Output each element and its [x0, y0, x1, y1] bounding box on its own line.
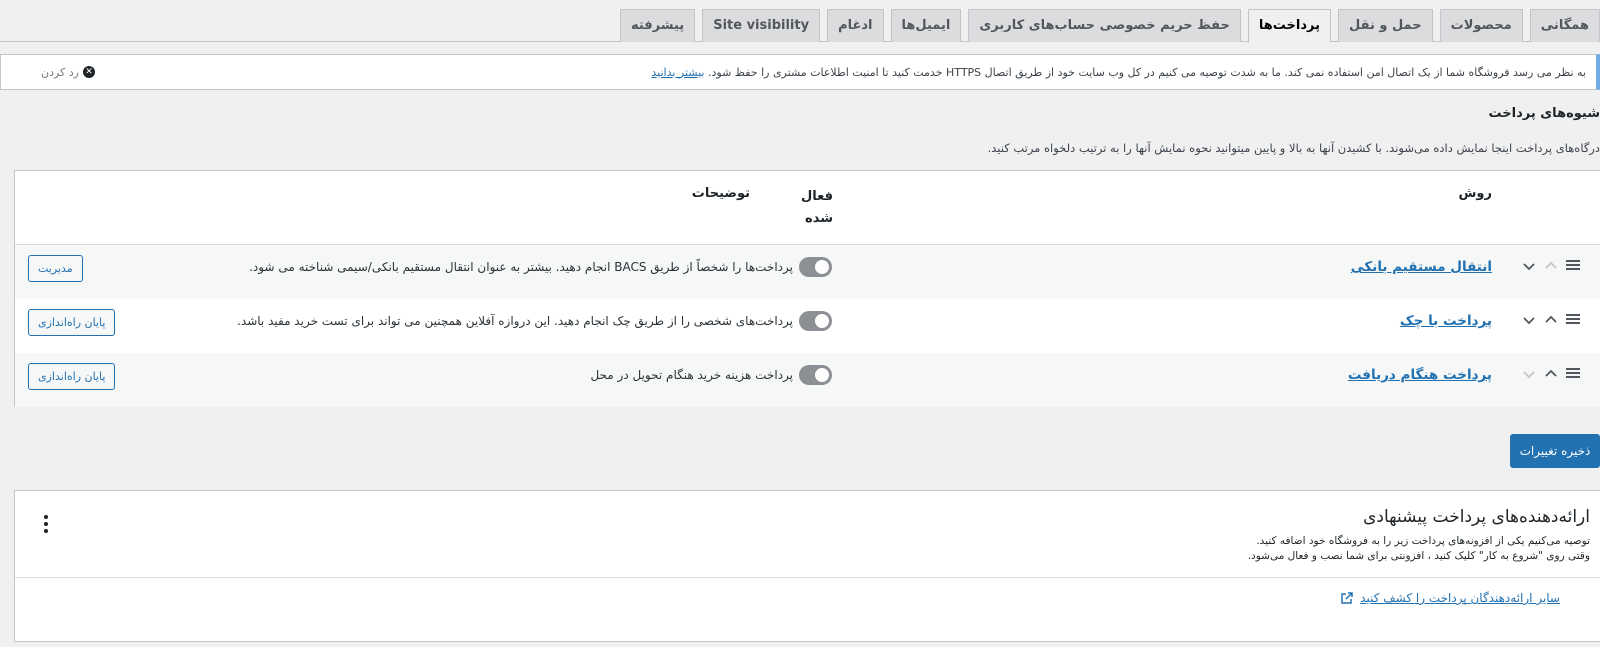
finish-setup-button[interactable]: پایان راه‌اندازی	[28, 309, 116, 336]
tab-emails[interactable]: ایمیل‌ها	[890, 9, 962, 42]
gateway-name-bacs[interactable]: انتقال مستقیم بانکی	[1351, 259, 1492, 275]
gateway-description: پرداخت‌ها را شخصاً از طریق BACS انجام ده…	[249, 260, 793, 274]
learn-more-link[interactable]: بیشتر بدانید	[651, 66, 704, 79]
col-method: روش	[1458, 186, 1492, 201]
suggested-line2: وقتی روی "شروع به کار" کلیک کنید ، افزون…	[1247, 550, 1590, 562]
tab-shipping[interactable]: حمل و نقل	[1337, 9, 1433, 42]
notice-message: به نظر می رسد فروشگاه شما از یک اتصال ام…	[708, 65, 1586, 79]
gateway-description: پرداخت هزینه خرید هنگام تحویل در محل	[590, 368, 793, 382]
move-down-icon[interactable]	[1520, 257, 1538, 275]
col-enabled-line1: فعال	[800, 189, 833, 204]
move-up-icon[interactable]	[1542, 257, 1560, 275]
finish-setup-button[interactable]: پایان راه‌اندازی	[28, 363, 116, 390]
external-link-icon	[1341, 592, 1353, 604]
table-row: پرداخت هنگام دریافت پرداخت هزینه خرید هن…	[15, 353, 1600, 407]
drag-handle-icon[interactable]	[1566, 260, 1580, 270]
gateway-toggle[interactable]	[799, 365, 832, 385]
drag-handle-icon[interactable]	[1566, 314, 1580, 324]
section-title: شیوه‌های پرداخت	[1488, 106, 1600, 121]
move-down-icon[interactable]	[1520, 365, 1538, 383]
col-enabled: فعال شده	[793, 186, 833, 230]
https-notice: به نظر می رسد فروشگاه شما از یک اتصال ام…	[0, 54, 1600, 90]
suggested-providers-card: ارائه‌دهنده‌های پرداخت پیشنهادی توصیه می…	[14, 490, 1600, 642]
col-description: توضیحات	[691, 186, 750, 201]
move-down-icon[interactable]	[1520, 311, 1538, 329]
table-header: روش فعال شده توضیحات	[15, 171, 1600, 245]
tab-general[interactable]: همگانی	[1529, 9, 1600, 42]
discover-label: سایر ارائه‌دهندگان پرداخت را کشف کنید	[1360, 591, 1560, 605]
drag-handle-icon[interactable]	[1566, 368, 1580, 378]
tab-integration[interactable]: ادغام	[827, 9, 884, 42]
more-options-icon[interactable]	[41, 515, 51, 537]
dismiss-label: رد کردن	[41, 65, 79, 79]
gateway-toggle[interactable]	[799, 257, 832, 277]
suggested-title: ارائه‌دهنده‌های پرداخت پیشنهادی	[1363, 507, 1590, 527]
notice-text: به نظر می رسد فروشگاه شما از یک اتصال ام…	[651, 66, 1586, 79]
table-row: پرداخت با چک پرداخت‌های شخصی را از طریق …	[15, 299, 1600, 353]
move-up-icon[interactable]	[1542, 365, 1560, 383]
tab-products[interactable]: محصولات	[1439, 9, 1523, 42]
suggested-line1: توصیه می‌کنیم یکی از افزونه‌های پرداخت ز…	[1256, 535, 1590, 547]
manage-button[interactable]: مدیریت	[28, 255, 83, 282]
tab-site-visibility[interactable]: Site visibility	[702, 9, 821, 42]
tab-advanced[interactable]: پیشرفته	[619, 9, 696, 42]
col-enabled-line2: شده	[805, 211, 833, 226]
gateway-toggle[interactable]	[799, 311, 832, 331]
save-changes-button[interactable]: ذخیره تغییرات	[1510, 434, 1600, 468]
table-row: انتقال مستقیم بانکی پرداخت‌ها را شخصاً ا…	[15, 245, 1600, 299]
suggested-header: ارائه‌دهنده‌های پرداخت پیشنهادی توصیه می…	[15, 491, 1600, 578]
section-description: درگاه‌های پرداخت اینجا نمایش داده می‌شون…	[987, 141, 1600, 155]
gateway-name-cod[interactable]: پرداخت هنگام دریافت	[1348, 367, 1492, 383]
tab-payments[interactable]: پرداخت‌ها	[1247, 9, 1331, 43]
payment-gateways-table: روش فعال شده توضیحات انتقال مستقیم بانکی…	[14, 170, 1600, 407]
discover-providers-link[interactable]: سایر ارائه‌دهندگان پرداخت را کشف کنید	[1340, 591, 1560, 605]
gateway-name-cheque[interactable]: پرداخت با چک	[1400, 313, 1492, 329]
close-icon: ✕	[83, 66, 95, 78]
move-up-icon[interactable]	[1542, 311, 1560, 329]
settings-tabs: همگانی محصولات حمل و نقل پرداخت‌ها حفظ ح…	[0, 9, 1600, 43]
tab-accounts-privacy[interactable]: حفظ حریم خصوصی حساب‌های کاربری	[968, 9, 1241, 42]
dismiss-button[interactable]: ✕ رد کردن	[41, 66, 95, 79]
gateway-description: پرداخت‌های شخصی را از طریق چک انجام دهید…	[237, 314, 793, 328]
